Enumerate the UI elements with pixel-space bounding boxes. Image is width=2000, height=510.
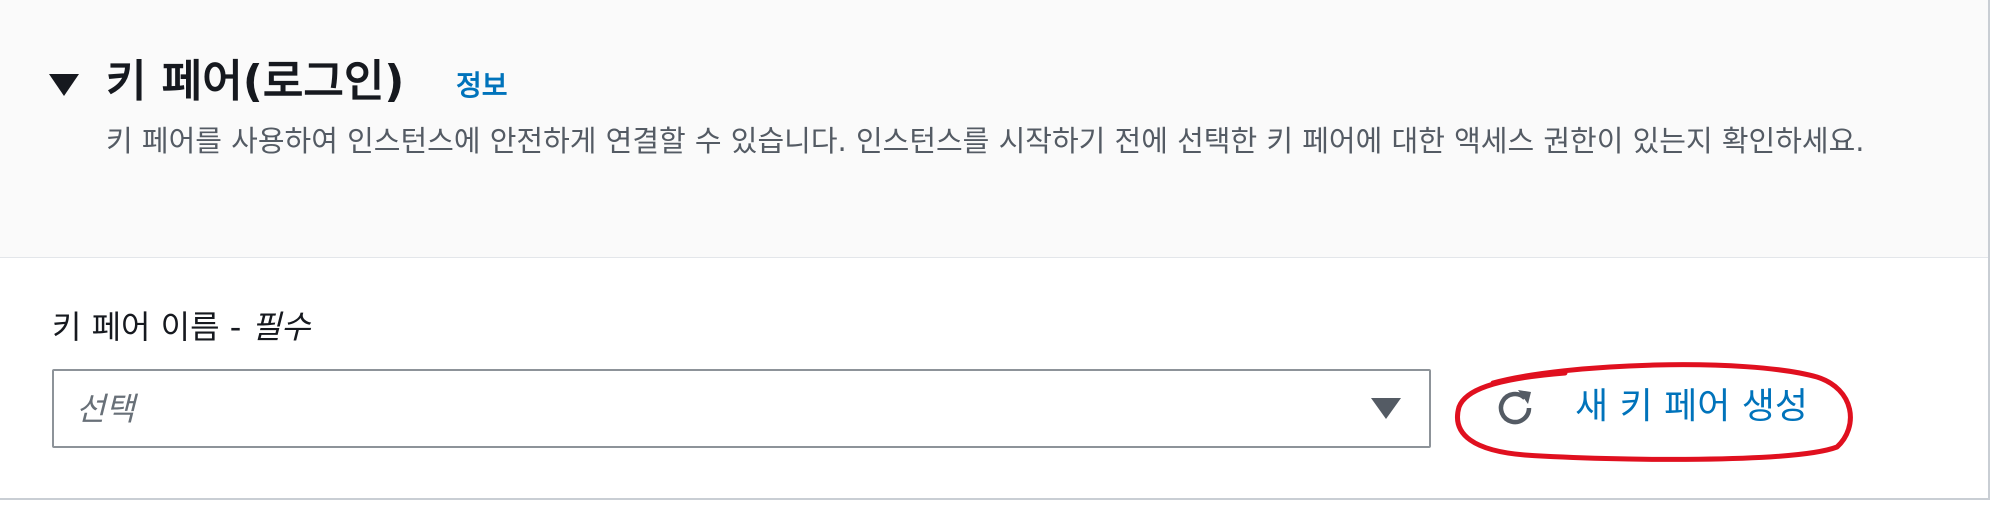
create-new-key-pair-label[interactable]: 새 키 페어 생성 <box>1575 384 1808 430</box>
panel-header: 키 페어(로그인) 정보 키 페어를 사용하여 인스턴스에 안전하게 연결할 수… <box>0 0 1988 258</box>
panel-title: 키 페어(로그인) <box>106 56 405 107</box>
caret-down-icon <box>1371 398 1401 420</box>
panel-description: 키 페어를 사용하여 인스턴스에 안전하게 연결할 수 있습니다. 인스턴스를 … <box>106 124 1865 158</box>
key-pair-name-label: 키 페어 이름 - 필수 <box>52 307 310 347</box>
key-pair-select[interactable]: 선택 <box>52 369 1431 448</box>
info-link[interactable]: 정보 <box>456 68 508 104</box>
required-indicator: 필수 <box>251 308 311 346</box>
key-pair-panel: 키 페어(로그인) 정보 키 페어를 사용하여 인스턴스에 안전하게 연결할 수… <box>0 0 1990 500</box>
refresh-icon[interactable] <box>1493 386 1537 430</box>
collapse-toggle-icon[interactable] <box>49 74 79 98</box>
key-pair-name-label-text: 키 페어 이름 - <box>52 308 252 346</box>
select-placeholder: 선택 <box>76 390 135 428</box>
